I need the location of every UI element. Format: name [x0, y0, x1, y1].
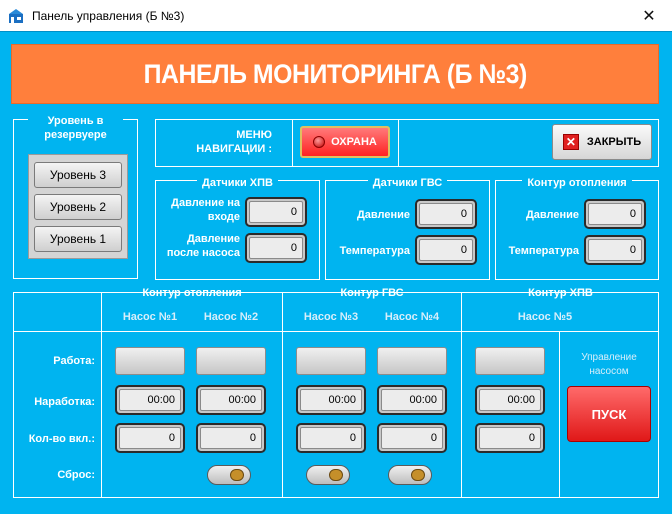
close-icon: ✕	[562, 134, 579, 150]
pumps-divider-2	[461, 292, 462, 498]
nav-divider	[292, 119, 293, 167]
pump-3-name: Насос №3	[303, 311, 359, 323]
pump-4-name: Насос №4	[384, 311, 440, 323]
header-title: ПАНЕЛЬ МОНИТОРИНГА (Б №3)	[143, 58, 527, 89]
window-close-button[interactable]: ✕	[626, 0, 672, 31]
heating-pressure-value: 0	[588, 203, 642, 225]
pump-1-count-field: 0	[115, 423, 185, 453]
gvs-pressure-field: 0	[415, 199, 477, 229]
level-3-button[interactable]: Уровень 3	[34, 162, 122, 188]
header-banner: ПАНЕЛЬ МОНИТОРИНГА (Б №3)	[11, 44, 659, 104]
pump-3-work-indicator	[296, 347, 366, 375]
pump-4-work-indicator	[377, 347, 447, 375]
level-2-button[interactable]: Уровень 2	[34, 194, 122, 220]
start-button[interactable]: ПУСК	[567, 386, 651, 442]
reset-knob-icon	[230, 469, 244, 481]
pumps-header-line	[13, 331, 659, 332]
level-1-button[interactable]: Уровень 1	[34, 226, 122, 252]
pump-3-runtime-value: 00:00	[300, 389, 362, 411]
heating-temp-label: Температура	[508, 245, 579, 257]
hpv-pressure-after-field: 0	[245, 233, 307, 263]
nav-label: МЕНЮ НАВИГАЦИИ :	[196, 129, 272, 155]
heating-temp-field: 0	[584, 235, 646, 265]
pump-2-runtime-value: 00:00	[200, 389, 262, 411]
level-button-panel: Уровень 3 Уровень 2 Уровень 1	[28, 154, 128, 259]
pumps-divider-3	[559, 331, 560, 498]
pump-5-name: Насос №5	[517, 311, 573, 323]
pump-3-count-field: 0	[296, 423, 366, 453]
pumps-divider-0	[101, 292, 102, 498]
ohrana-label: ОХРАНА	[331, 136, 377, 148]
pump-1-work-indicator	[115, 347, 185, 375]
pump-5-count-value: 0	[479, 427, 541, 449]
heating-pressure-label: Давление	[525, 209, 579, 221]
pump-5-count-field: 0	[475, 423, 545, 453]
pump-4-count-field: 0	[377, 423, 447, 453]
row-label-count: Кол-во вкл.:	[28, 433, 95, 445]
pump-4-count-value: 0	[381, 427, 443, 449]
heating-pressure-field: 0	[584, 199, 646, 229]
close-button[interactable]: ✕ ЗАКРЫТЬ	[552, 124, 652, 160]
gvs-pressure-label: Давление	[356, 209, 410, 221]
client-area: ПАНЕЛЬ МОНИТОРИНГА (Б №3) Уровень в резе…	[0, 31, 672, 514]
hpv-pressure-in-field: 0	[245, 197, 307, 227]
nav-divider-2	[398, 119, 399, 167]
sensors-gvs-group: Датчики ГВС	[325, 177, 490, 280]
led-icon	[313, 136, 326, 148]
pump-1-runtime-field: 00:00	[115, 385, 185, 415]
pump-4-runtime-value: 00:00	[381, 389, 443, 411]
row-label-runtime: Наработка:	[34, 396, 95, 408]
heating-temp-value: 0	[588, 239, 642, 261]
pumps-divider-1	[282, 292, 283, 498]
pump-2-count-value: 0	[200, 427, 262, 449]
heating-loop-title: Контур отопления	[522, 177, 632, 189]
pump-5-work-indicator	[475, 347, 545, 375]
pump-4-reset-toggle[interactable]	[388, 465, 432, 485]
sensors-hpv-title: Датчики ХПВ	[196, 177, 278, 189]
window-titlebar: Панель управления (Б №3) ✕	[0, 0, 672, 31]
pump-5-runtime-field: 00:00	[475, 385, 545, 415]
reset-knob-icon	[329, 469, 343, 481]
pump-4-runtime-field: 00:00	[377, 385, 447, 415]
sensors-hpv-group: Датчики ХПВ	[155, 177, 320, 280]
pump-3-runtime-field: 00:00	[296, 385, 366, 415]
hpv-pressure-after-label: Давление после насоса	[166, 233, 240, 259]
pump-2-work-indicator	[196, 347, 266, 375]
gvs-pressure-value: 0	[419, 203, 473, 225]
pump-3-reset-toggle[interactable]	[306, 465, 350, 485]
window-title: Панель управления (Б №3)	[32, 9, 185, 23]
pump-2-reset-toggle[interactable]	[207, 465, 251, 485]
row-label-reset: Сброс:	[57, 469, 95, 481]
pump-2-name: Насос №2	[203, 311, 259, 323]
pump-1-count-value: 0	[119, 427, 181, 449]
hpv-pressure-after-value: 0	[249, 237, 303, 259]
heating-loop-group: Контур отопления	[495, 177, 659, 280]
pump-group-heating-title: Контур отопления	[142, 287, 242, 299]
level-group-title: Уровень в резервуере	[28, 114, 123, 142]
gvs-temp-value: 0	[419, 239, 473, 261]
pump-1-runtime-value: 00:00	[119, 389, 181, 411]
app-icon	[9, 9, 23, 23]
pump-1-name: Насос №1	[122, 311, 178, 323]
gvs-temp-label: Температура	[339, 245, 410, 257]
hpv-pressure-in-label: Давление на входе	[171, 197, 240, 223]
close-label: ЗАКРЫТЬ	[586, 136, 642, 148]
pump-group-hpv-title: Контур ХПВ	[528, 287, 593, 299]
pump-2-runtime-field: 00:00	[196, 385, 266, 415]
pump-control-label: Управление насосом	[581, 352, 637, 377]
pump-5-runtime-value: 00:00	[479, 389, 541, 411]
gvs-temp-field: 0	[415, 235, 477, 265]
pump-2-count-field: 0	[196, 423, 266, 453]
pump-group-gvs-title: Контур ГВС	[340, 287, 404, 299]
reset-knob-icon	[411, 469, 425, 481]
pump-3-count-value: 0	[300, 427, 362, 449]
row-label-work: Работа:	[53, 355, 95, 367]
hpv-pressure-in-value: 0	[249, 201, 303, 223]
ohrana-button[interactable]: ОХРАНА	[300, 126, 390, 158]
sensors-gvs-title: Датчики ГВС	[367, 177, 448, 189]
